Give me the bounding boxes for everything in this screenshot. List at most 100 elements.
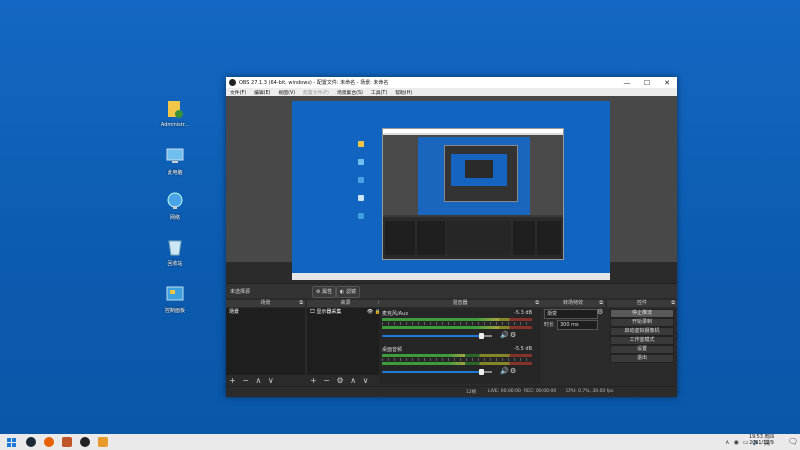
move-down-icon[interactable]: ∨ xyxy=(363,376,369,385)
add-icon[interactable]: + xyxy=(229,376,236,385)
sources-dock: 来源⧉ 🖵 显示器采集 👁 🔒 + − ⚙ ∧ ∨ xyxy=(307,300,384,386)
menu-view[interactable]: 视图(V) xyxy=(274,89,299,96)
status-bar: 12帧 LIVE: 00:00:00 REC: 00:00:00 CPU: 0.… xyxy=(226,386,677,397)
no-source-label: 未选择源 xyxy=(230,289,251,295)
maximize-button[interactable]: ☐ xyxy=(637,79,657,87)
move-down-icon[interactable]: ∨ xyxy=(268,376,274,385)
menu-scene-collection[interactable]: 场景集合(S) xyxy=(333,89,367,96)
start-button[interactable] xyxy=(0,434,22,450)
app-icon xyxy=(62,437,72,447)
transition-select[interactable]: 渐变 xyxy=(544,309,598,319)
tray-app-icon[interactable]: ◉ xyxy=(734,439,739,446)
channel-name: 麦克风/Aux xyxy=(382,311,409,317)
desktop-icon-label: Administr... xyxy=(160,122,190,128)
rec-timer: REC: 00:00:00 xyxy=(524,389,557,394)
scenes-dock: 场景 ⧉ 场景 + − ∧ ∨ xyxy=(226,300,305,386)
desktop-icon-label: 网络 xyxy=(169,215,180,221)
scenes-list[interactable]: 场景 xyxy=(226,308,305,375)
start-virtual-camera-button[interactable]: 启动虚拟摄像机 xyxy=(610,327,674,336)
desktop-icon-label: 回收站 xyxy=(167,261,183,267)
start-recording-button[interactable]: 开始录制 xyxy=(610,318,674,327)
desktop-icon-computer[interactable]: 此电脑 xyxy=(155,145,195,176)
taskbar-firefox[interactable] xyxy=(40,434,58,450)
sources-list[interactable]: 🖵 显示器采集 👁 🔒 xyxy=(307,308,384,375)
duration-label: 时长 xyxy=(544,322,555,328)
notification-icon[interactable]: 🗨 xyxy=(788,437,798,446)
add-icon[interactable]: + xyxy=(310,376,317,385)
meter-ticks xyxy=(382,322,532,325)
gear-icon[interactable]: ⚙ xyxy=(510,367,516,375)
firefox-icon xyxy=(44,437,54,447)
list-item[interactable]: 场景 xyxy=(226,308,305,317)
controls-dock: 控件 ⧉ 停止推流 开始录制 启动虚拟摄像机 工作室模式 设置 退出 xyxy=(607,300,677,386)
volume-slider[interactable] xyxy=(382,333,492,339)
control-panel-icon xyxy=(164,283,186,305)
mixer-title: 混音器 xyxy=(452,300,468,306)
steam-icon xyxy=(26,437,36,447)
obs-icon xyxy=(80,437,90,447)
desktop-icon-control-panel[interactable]: 控制面板 xyxy=(155,283,195,314)
mixer-channel-mic: 麦克风/Aux -5.3 dB 🔊 ⚙ xyxy=(382,310,532,346)
close-button[interactable]: ✕ xyxy=(657,79,677,87)
nested-obs-preview xyxy=(382,128,564,260)
exit-button[interactable]: 退出 xyxy=(610,354,674,363)
level-meter xyxy=(382,362,532,365)
live-timer: LIVE: 00:00:00 xyxy=(488,389,521,394)
gear-icon[interactable]: ⚙ xyxy=(337,376,344,385)
menu-help[interactable]: 帮助(H) xyxy=(391,89,416,96)
gear-icon[interactable]: ⚙ xyxy=(597,308,603,316)
volume-slider[interactable] xyxy=(382,369,492,375)
tray-network-icon[interactable]: ▭ xyxy=(743,439,749,446)
desktop-icon-label: 此电脑 xyxy=(167,170,183,176)
preview-area[interactable] xyxy=(226,96,677,280)
level-meter xyxy=(382,354,532,357)
transitions-dock: 转场特效 ⧉ 渐变 ⚙ 时长 300 ms xyxy=(541,300,605,386)
float-icon[interactable]: ⧉ xyxy=(599,300,603,307)
taskbar-files[interactable] xyxy=(94,434,112,450)
remove-icon[interactable]: − xyxy=(323,376,330,385)
desktop-icon-admin[interactable]: Administr... xyxy=(155,98,195,128)
float-icon[interactable]: ⧉ xyxy=(671,300,675,307)
desktop-icon-network[interactable]: 网络 xyxy=(155,190,195,221)
transitions-title: 转场特效 xyxy=(562,300,583,306)
desktop-icon-recycle[interactable]: 回收站 xyxy=(155,236,195,267)
filters-button[interactable]: ◐ 滤镜 xyxy=(336,286,360,298)
taskbar-steam[interactable] xyxy=(22,434,40,450)
cpu-fps: CPU: 0.7%, 30.00 fps xyxy=(566,389,614,394)
clock[interactable]: 19:53 周四 2021/12/9 xyxy=(749,435,774,447)
menu-file[interactable]: 文件(F) xyxy=(226,89,250,96)
gear-icon[interactable]: ⚙ xyxy=(510,331,516,339)
float-icon[interactable]: ⧉ xyxy=(535,300,539,307)
move-up-icon[interactable]: ∧ xyxy=(350,376,356,385)
speaker-icon[interactable]: 🔊 xyxy=(500,331,509,339)
stop-streaming-button[interactable]: 停止推流 xyxy=(610,309,674,318)
taskbar-app[interactable] xyxy=(58,434,76,450)
preview-canvas[interactable] xyxy=(292,101,610,280)
dropped-frames: 12帧 xyxy=(466,390,477,395)
title-bar[interactable]: OBS 27.1.3 (64-bit, windows) - 配置文件: 未命名… xyxy=(226,77,677,88)
studio-mode-button[interactable]: 工作室模式 xyxy=(610,336,674,345)
properties-button[interactable]: ⚙ 属性 xyxy=(312,286,337,298)
window-title: OBS 27.1.3 (64-bit, windows) - 配置文件: 未命名… xyxy=(239,80,389,86)
duration-input[interactable]: 300 ms xyxy=(557,320,598,330)
computer-icon xyxy=(164,145,186,167)
menu-bar: 文件(F) 编辑(E) 视图(V) 配置文件(P) 场景集合(S) 工具(T) … xyxy=(226,88,677,96)
menu-profile[interactable]: 配置文件(P) xyxy=(299,89,333,96)
channel-db: -5.3 dB xyxy=(514,310,532,316)
user-folder-icon xyxy=(164,98,186,120)
speaker-icon[interactable]: 🔊 xyxy=(500,367,509,375)
float-icon[interactable]: ⧉ xyxy=(299,300,303,307)
settings-button[interactable]: 设置 xyxy=(610,345,674,354)
channel-db: -5.5 dB xyxy=(514,346,532,352)
list-item[interactable]: 🖵 显示器采集 👁 🔒 xyxy=(307,308,384,317)
taskbar: ∧ ◉ ▭ 🔈 英 19:53 周四 2021/12/9 🗨 xyxy=(0,434,800,450)
start-icon xyxy=(6,437,16,447)
move-up-icon[interactable]: ∧ xyxy=(256,376,262,385)
level-meter xyxy=(382,326,532,329)
remove-icon[interactable]: − xyxy=(242,376,249,385)
menu-edit[interactable]: 编辑(E) xyxy=(250,89,274,96)
menu-tools[interactable]: 工具(T) xyxy=(367,89,391,96)
taskbar-obs[interactable] xyxy=(76,434,94,450)
tray-chevron-icon[interactable]: ∧ xyxy=(725,439,729,446)
minimize-button[interactable]: — xyxy=(617,79,637,87)
